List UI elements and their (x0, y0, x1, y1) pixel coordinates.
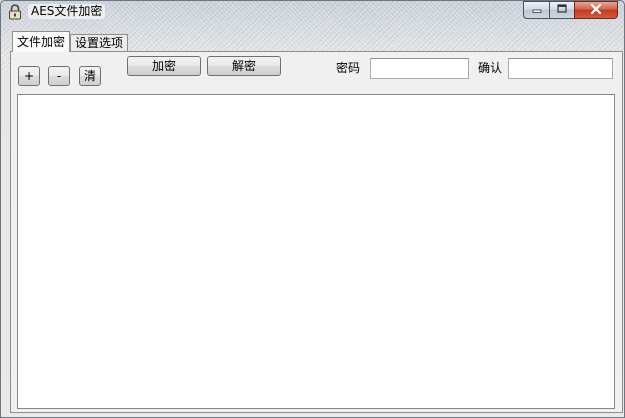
tab-settings[interactable]: 设置选项 (70, 34, 129, 52)
minimize-button[interactable] (523, 1, 549, 19)
confirm-password-input[interactable] (508, 58, 613, 79)
close-icon (590, 3, 602, 17)
app-window: AES文件加密 文件加密 设置选项 + - 清 加密 解密 密码 确认 (0, 0, 625, 418)
tab-strip: 文件加密 设置选项 (12, 31, 129, 52)
password-label: 密码 (336, 61, 361, 75)
file-list[interactable] (17, 94, 615, 409)
tab-label: 设置选项 (75, 36, 124, 50)
window-title: AES文件加密 (28, 4, 106, 19)
lock-icon (8, 4, 22, 20)
remove-file-button[interactable]: - (48, 66, 70, 86)
add-file-button[interactable]: + (18, 66, 40, 86)
maximize-button[interactable] (549, 1, 574, 19)
minimize-icon (532, 3, 542, 17)
close-button[interactable] (574, 1, 618, 19)
confirm-label: 确认 (478, 61, 503, 75)
title-bar[interactable]: AES文件加密 (1, 1, 624, 23)
password-input[interactable] (370, 58, 469, 79)
tab-file-encrypt[interactable]: 文件加密 (12, 31, 71, 52)
tab-label: 文件加密 (17, 35, 66, 49)
encrypt-button[interactable]: 加密 (127, 56, 201, 76)
decrypt-button[interactable]: 解密 (207, 56, 281, 76)
caption-buttons (523, 1, 618, 19)
clear-list-button[interactable]: 清 (79, 66, 101, 86)
maximize-icon (557, 3, 567, 17)
